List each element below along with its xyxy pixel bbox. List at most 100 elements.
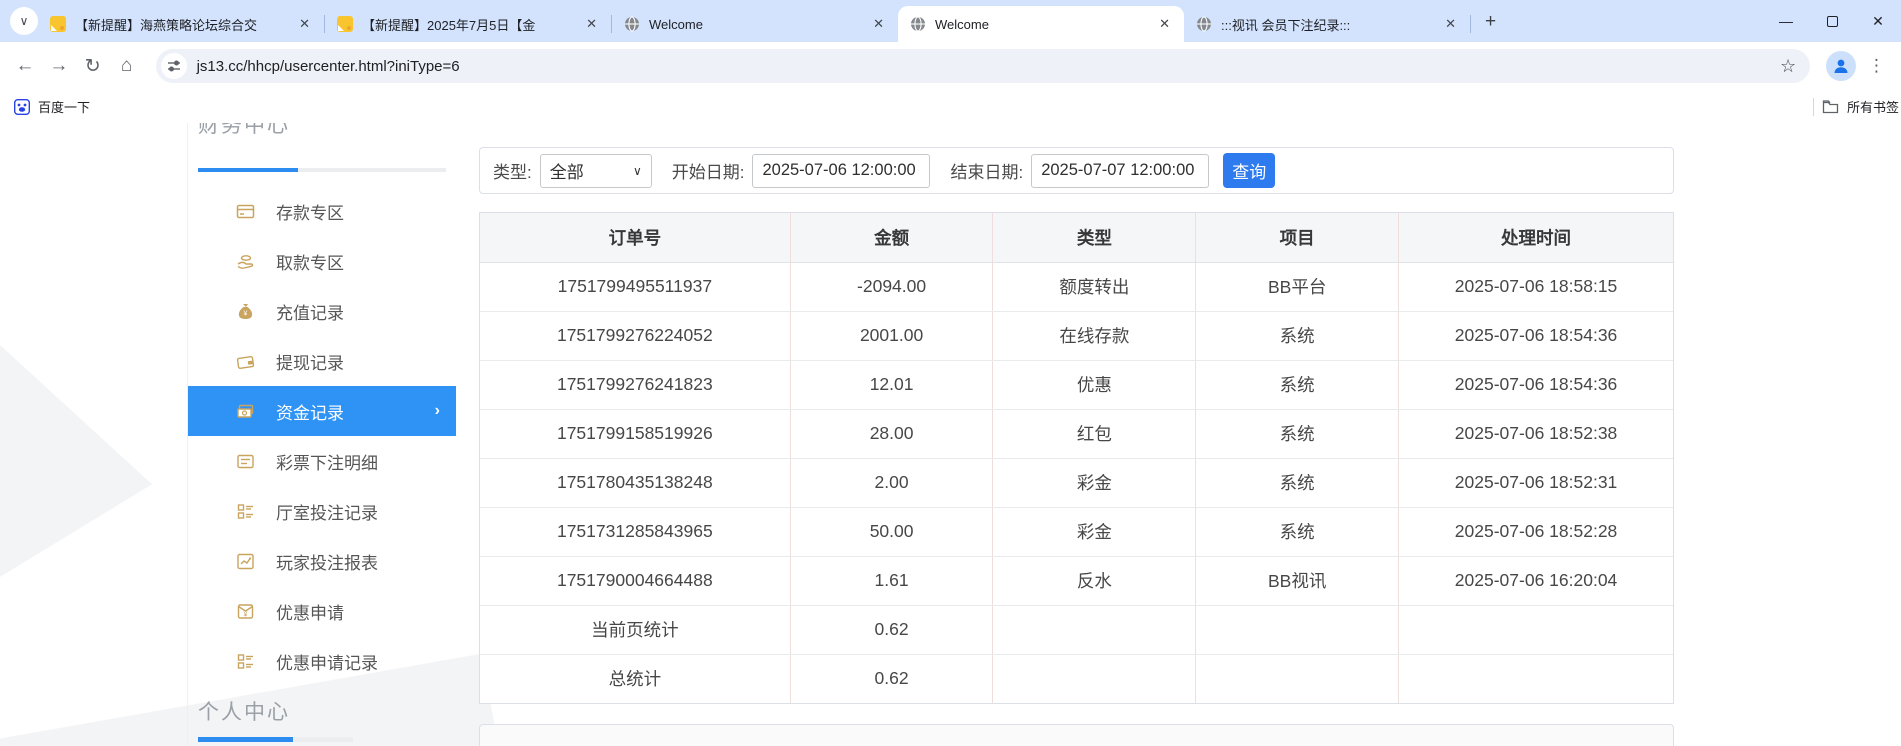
pagination-panel [479, 724, 1674, 746]
chat-favicon-icon [50, 16, 66, 32]
search-button[interactable]: 查询 [1223, 153, 1276, 188]
tab-title: Welcome [935, 16, 989, 32]
records-table: 订单号 金额 类型 项目 处理时间 1751799495511937 -2094.00 额度… [479, 212, 1674, 704]
table-cell: 系统 [1195, 311, 1400, 361]
divider [1812, 97, 1814, 116]
sidebar-item[interactable]: 取款专区 [188, 236, 456, 286]
sidebar-item-label: 玩家投注报表 [276, 553, 378, 573]
start-date-input[interactable]: 2025-07-06 12:00:00 [752, 153, 931, 188]
tab-close-icon[interactable]: ✕ [1155, 14, 1174, 34]
sidebar-item[interactable]: 彩票下注明细 [188, 436, 456, 486]
globe-favicon-icon [910, 16, 926, 32]
table-cell: 1751799276241823 [480, 360, 791, 410]
browser-tab-bar: ∨ 【新提醒】海燕策略论坛综合交 ✕ 【新提醒】2025年7月5日【金 ✕ Welcom… [0, 0, 1901, 42]
bookmark-label: 百度一下 [38, 100, 91, 115]
home-button[interactable]: ⌂ [110, 55, 144, 77]
checklist-icon [236, 652, 255, 671]
sidebar-item-label: 彩票下注明细 [276, 453, 378, 473]
close-window-button[interactable]: ✕ [1855, 0, 1901, 42]
tab-close-icon[interactable]: ✕ [582, 14, 601, 34]
sidebar-item[interactable]: 资金记录 › [188, 386, 456, 436]
sidebar-item-label: 优惠申请 [276, 603, 344, 623]
browser-toolbar: ← → ↻ ⌂ js13.cc/hhcp/usercenter.html?ini… [0, 42, 1901, 90]
sidebar-item-label: 取款专区 [276, 253, 344, 273]
bookmarks-bar: 百度一下 所有书签 [0, 90, 1901, 123]
sidebar: 财务中心 存款专区取款专区 ¥ 充值记录 提现记录 资金记录 › 彩票下注明细厅室投注记录玩… [187, 123, 456, 746]
table-cell [1195, 605, 1400, 655]
table-cell: 彩金 [992, 507, 1197, 557]
table-cell: 总统计 [480, 654, 791, 703]
sidebar-item[interactable]: ¥ 优惠申请 [188, 586, 456, 636]
table-cell [1398, 654, 1673, 703]
table-cell: 1751799158519926 [480, 409, 791, 459]
deposit-card-icon [236, 202, 255, 221]
table-cell: 1.61 [790, 556, 994, 606]
chart-icon [236, 552, 255, 571]
table-cell: 28.00 [790, 409, 994, 459]
tab-close-icon[interactable]: ✕ [869, 14, 888, 34]
tab-title: :::视讯 会员下注纪录::: [1221, 17, 1351, 33]
table-cell: 系统 [1195, 360, 1400, 410]
tab-separator [1470, 15, 1471, 33]
menu-kebab-icon[interactable]: ⋮ [1868, 56, 1885, 76]
browser-tab[interactable]: :::视讯 会员下注纪录::: ✕ [1184, 6, 1470, 42]
checklist-icon [236, 502, 255, 521]
profile-avatar[interactable] [1826, 51, 1857, 81]
chevron-right-icon: › [434, 402, 440, 419]
table-cell: 0.62 [790, 654, 994, 703]
baidu-icon [14, 98, 30, 115]
chevron-down-icon: ∨ [632, 163, 642, 178]
tab-close-icon[interactable]: ✕ [1441, 14, 1460, 34]
page-content: 财务中心 存款专区取款专区 ¥ 充值记录 提现记录 资金记录 › 彩票下注明细厅室投注记录玩… [0, 123, 1901, 746]
maximize-button[interactable] [1809, 0, 1855, 42]
bookmark-star-icon[interactable]: ☆ [1780, 56, 1796, 77]
decorative-triangle [0, 345, 152, 577]
table-cell [992, 654, 1197, 703]
end-date-input[interactable]: 2025-07-07 12:00:00 [1031, 153, 1210, 188]
table-cell: 额度转出 [992, 262, 1197, 312]
sidebar-item[interactable]: 提现记录 [188, 336, 456, 386]
banknotes-icon [236, 402, 255, 421]
filter-bar: 类型: 全部 ∨ 开始日期: 2025-07-06 12:00:00 结束日期:… [479, 147, 1674, 194]
table-row: 1751790004664488 1.61 反水 BB视讯 2025-07-06 16:… [480, 556, 1673, 606]
column-header: 订单号 [480, 213, 791, 263]
tab-search-button[interactable]: ∨ [10, 7, 38, 35]
back-button[interactable]: ← [8, 55, 42, 77]
tab-close-icon[interactable]: ✕ [295, 14, 314, 34]
table-row: 1751799276241823 12.01 优惠 系统 2025-07-06 18:5… [480, 360, 1673, 410]
minimize-button[interactable]: — [1763, 0, 1809, 42]
chat-favicon-icon [337, 16, 353, 32]
table-cell: 1751799276224052 [480, 311, 791, 361]
table-cell: 彩金 [992, 458, 1197, 508]
table-cell: 系统 [1195, 458, 1400, 508]
table-cell: 1751780435138248 [480, 458, 791, 508]
site-settings-icon[interactable] [160, 53, 187, 79]
new-tab-button[interactable]: + [1485, 11, 1496, 33]
browser-tab[interactable]: 【新提醒】2025年7月5日【金 ✕ [325, 6, 611, 42]
table-cell: 2025-07-06 18:52:38 [1398, 409, 1673, 459]
table-cell: 50.00 [790, 507, 994, 557]
list-icon [236, 452, 255, 471]
withdraw-hand-icon [236, 252, 255, 271]
browser-tab[interactable]: 【新提醒】海燕策略论坛综合交 ✕ [38, 6, 324, 42]
type-select[interactable]: 全部 ∨ [539, 153, 652, 188]
sidebar-section-finance: 财务中心 [198, 123, 290, 137]
sidebar-item[interactable]: 玩家投注报表 [188, 536, 456, 586]
bookmark-baidu[interactable]: 百度一下 [14, 97, 90, 116]
browser-tab[interactable]: Welcome ✕ [612, 6, 898, 42]
forward-button[interactable]: → [42, 55, 76, 77]
all-bookmarks[interactable]: 所有书签 [1812, 97, 1901, 116]
reload-button[interactable]: ↻ [76, 55, 110, 78]
table-row: 1751799158519926 28.00 红包 系统 2025-07-06 18:5… [480, 409, 1673, 459]
type-label: 类型: [493, 163, 532, 182]
table-cell: 系统 [1195, 507, 1400, 557]
address-bar[interactable]: js13.cc/hhcp/usercenter.html?iniType=6 ☆ [155, 49, 1811, 83]
table-cell: 2025-07-06 18:58:15 [1398, 262, 1673, 312]
browser-tab[interactable]: Welcome ✕ [898, 6, 1184, 42]
sidebar-item[interactable]: 厅室投注记录 [188, 486, 456, 536]
sidebar-item[interactable]: 优惠申请记录 [188, 636, 456, 686]
table-cell: 1751799495511937 [480, 262, 791, 312]
sidebar-item[interactable]: 存款专区 [188, 186, 456, 236]
maximize-icon [1826, 15, 1838, 27]
sidebar-item[interactable]: ¥ 充值记录 [188, 286, 456, 336]
